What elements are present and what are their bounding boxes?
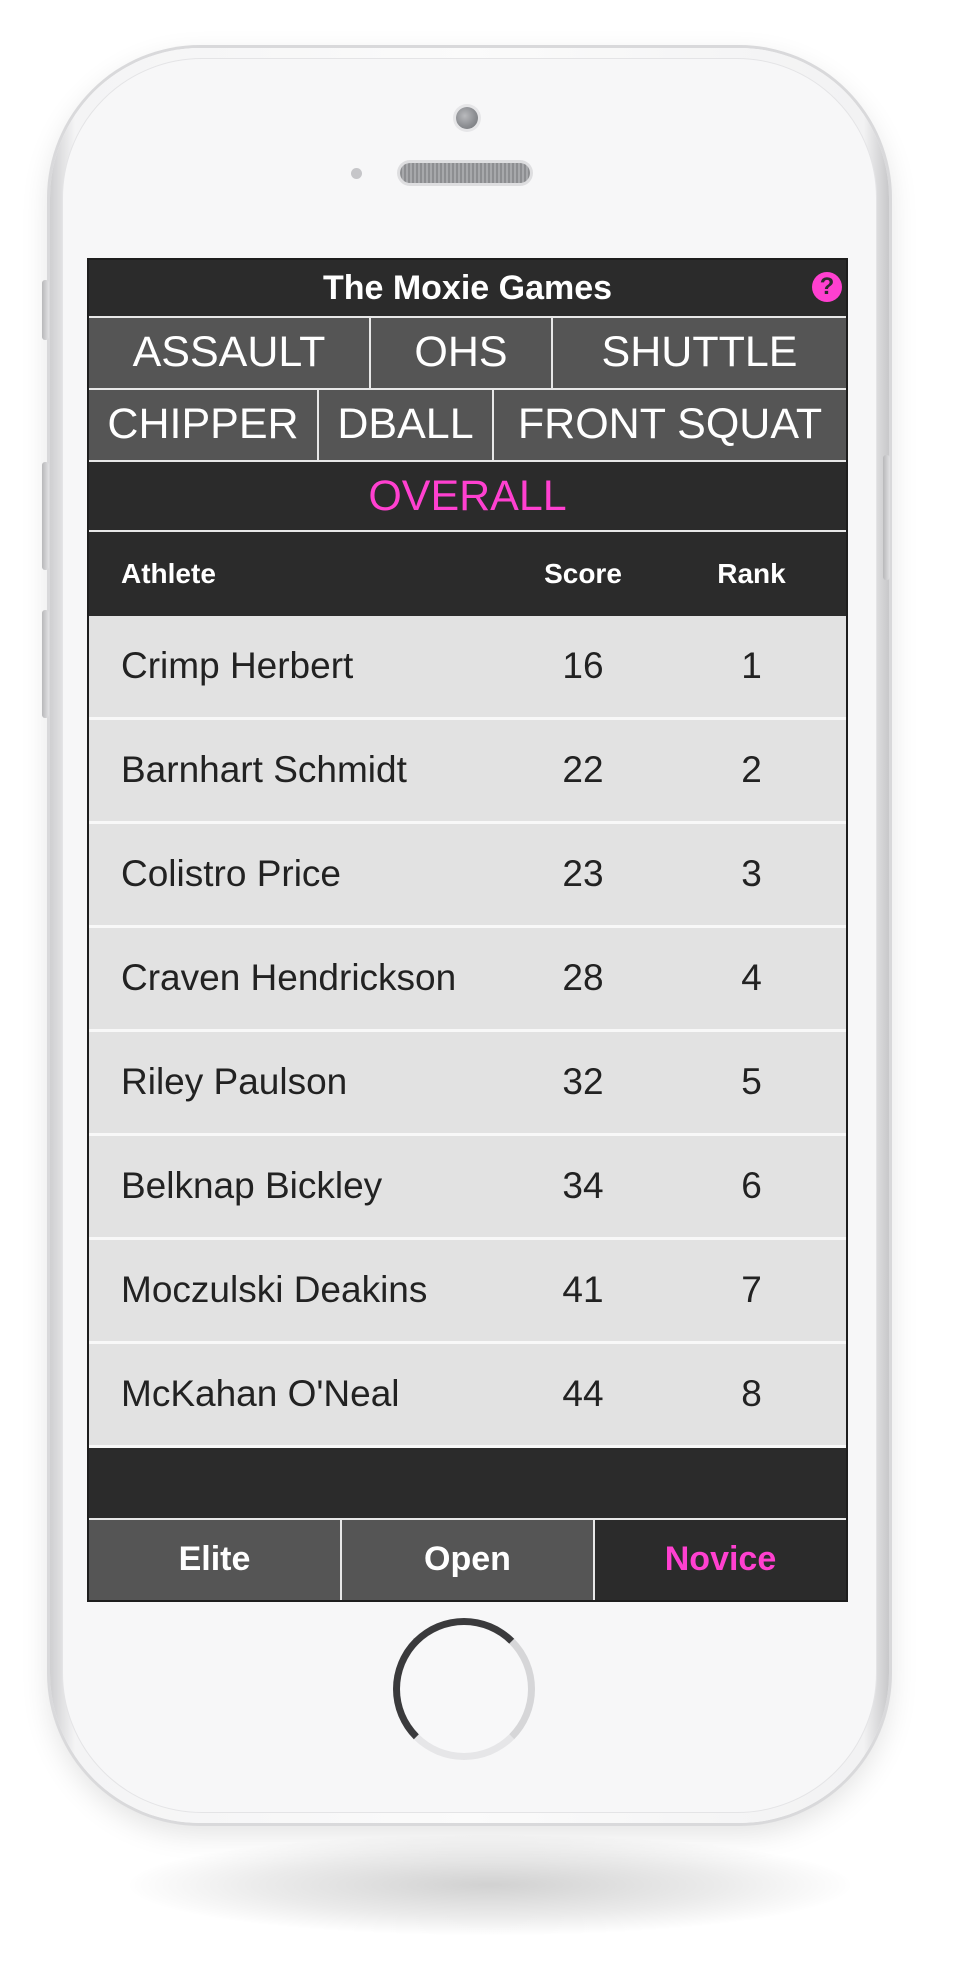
app-header: The Moxie Games ? — [89, 260, 846, 316]
proximity-sensor — [351, 168, 362, 179]
table-row[interactable]: Craven Hendrickson 28 4 — [89, 928, 846, 1032]
athlete-score: 34 — [562, 1165, 604, 1206]
app-title: The Moxie Games — [322, 269, 613, 307]
athlete-name: Riley Paulson — [121, 1061, 348, 1102]
silent-switch — [42, 280, 49, 340]
power-button — [883, 455, 890, 580]
volume-down-button — [42, 610, 49, 718]
athlete-rank: 8 — [741, 1373, 762, 1414]
phone-shadow — [130, 1835, 850, 1935]
athlete-rank: 1 — [741, 645, 762, 686]
division-open-button[interactable]: Open — [342, 1520, 595, 1600]
athlete-rank: 2 — [741, 749, 762, 790]
athlete-score: 32 — [562, 1061, 604, 1102]
division-elite-button[interactable]: Elite — [89, 1520, 342, 1600]
athlete-rank: 4 — [741, 957, 762, 998]
athlete-score: 44 — [562, 1373, 604, 1414]
athlete-rank: 6 — [741, 1165, 762, 1206]
athlete-name: Craven Hendrickson — [121, 957, 457, 998]
athlete-rank: 3 — [741, 853, 762, 894]
earpiece-speaker — [400, 163, 530, 183]
tab-overall[interactable]: OVERALL — [89, 460, 846, 532]
athlete-name: Moczulski Deakins — [121, 1269, 428, 1310]
athlete-column-header[interactable]: Athlete — [89, 532, 509, 616]
front-camera — [456, 107, 478, 129]
tab-ohs[interactable]: OHS — [371, 318, 553, 388]
athlete-score: 28 — [562, 957, 604, 998]
table-row[interactable]: Moczulski Deakins 41 7 — [89, 1240, 846, 1344]
athlete-score: 23 — [562, 853, 604, 894]
home-button[interactable] — [393, 1618, 535, 1760]
tab-front-squat[interactable]: FRONT SQUAT — [494, 390, 846, 460]
tab-assault[interactable]: ASSAULT — [89, 318, 371, 388]
table-header: Athlete Score Rank — [89, 532, 846, 616]
tab-shuttle[interactable]: SHUTTLE — [553, 318, 846, 388]
rank-column-header[interactable]: Rank — [657, 532, 846, 616]
app-screen: The Moxie Games ? ASSAULT OHS SHUTTLE CH… — [89, 260, 846, 1600]
tab-chipper[interactable]: CHIPPER — [89, 390, 319, 460]
division-novice-button[interactable]: Novice — [595, 1520, 846, 1600]
athlete-rank: 5 — [741, 1061, 762, 1102]
page: The Moxie Games ? ASSAULT OHS SHUTTLE CH… — [0, 0, 973, 1966]
division-nav: Elite Open Novice — [89, 1518, 846, 1600]
volume-up-button — [42, 462, 49, 570]
table-row[interactable]: McKahan O'Neal 44 8 — [89, 1344, 846, 1448]
athlete-score: 41 — [562, 1269, 604, 1310]
table-row[interactable]: Riley Paulson 32 5 — [89, 1032, 846, 1136]
athlete-name: McKahan O'Neal — [121, 1373, 400, 1414]
athlete-score: 22 — [562, 749, 604, 790]
table-row[interactable]: Barnhart Schmidt 22 2 — [89, 720, 846, 824]
athlete-rank: 7 — [741, 1269, 762, 1310]
table-row[interactable]: Crimp Herbert 16 1 — [89, 616, 846, 720]
athlete-name: Crimp Herbert — [121, 645, 354, 686]
athlete-name: Belknap Bickley — [121, 1165, 383, 1206]
event-tabs-row-2: CHIPPER DBALL FRONT SQUAT — [89, 388, 846, 460]
athlete-score: 16 — [562, 645, 604, 686]
event-tabs-row-1: ASSAULT OHS SHUTTLE — [89, 316, 846, 388]
table-row[interactable]: Belknap Bickley 34 6 — [89, 1136, 846, 1240]
athlete-name: Colistro Price — [121, 853, 341, 894]
table-row[interactable]: Colistro Price 23 3 — [89, 824, 846, 928]
leaderboard-table: Crimp Herbert 16 1 Barnhart Schmidt 22 2… — [89, 616, 846, 1448]
help-icon[interactable]: ? — [812, 272, 842, 302]
tab-dball[interactable]: DBALL — [319, 390, 494, 460]
score-column-header[interactable]: Score — [509, 532, 657, 616]
athlete-name: Barnhart Schmidt — [121, 749, 407, 790]
